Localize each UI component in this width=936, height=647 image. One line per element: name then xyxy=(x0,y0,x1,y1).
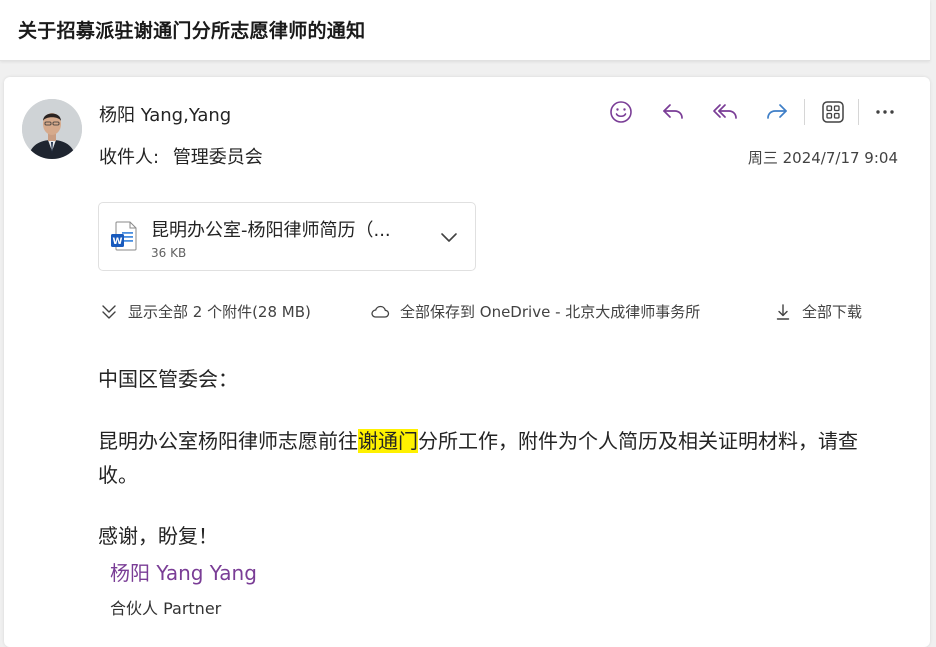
save-all-onedrive-button[interactable]: 全部保存到 OneDrive - 北京大成律师事务所 xyxy=(370,301,700,322)
download-all-label: 全部下载 xyxy=(802,303,863,321)
sender-name[interactable]: 杨阳 Yang,Yang xyxy=(99,101,231,127)
reply-button[interactable] xyxy=(656,95,690,129)
show-all-attachments-button[interactable]: 显示全部 2 个附件(28 MB) xyxy=(100,301,311,322)
recipients-line: 收件人: 管理委员会 xyxy=(99,143,263,169)
reply-all-button[interactable] xyxy=(708,95,742,129)
recipients-label: 收件人: xyxy=(99,147,160,168)
forward-icon xyxy=(767,104,787,119)
more-actions-button[interactable] xyxy=(868,95,902,129)
highlighted-text: 谢通门 xyxy=(358,429,418,453)
body-paragraph: 昆明办公室杨阳律师志愿前往谢通门分所工作，附件为个人简历及相关证明材料，请查收。 xyxy=(98,424,888,492)
email-subject: 关于招募派驻谢通门分所志愿律师的通知 xyxy=(18,20,366,42)
body-closing: 感谢，盼复！ xyxy=(98,524,218,548)
toolbar-divider xyxy=(858,99,859,125)
sender-avatar[interactable] xyxy=(22,99,82,159)
double-chevron-down-icon xyxy=(102,304,116,319)
reply-all-icon xyxy=(713,104,737,119)
message-toolbar xyxy=(604,95,904,129)
word-file-icon: W xyxy=(111,221,137,255)
show-all-label: 显示全部 2 个附件(28 MB) xyxy=(128,303,311,321)
signature-title: 合伙人 Partner xyxy=(110,599,222,618)
attachment-menu-button[interactable] xyxy=(439,227,459,251)
apps-button[interactable] xyxy=(816,95,850,129)
apps-icon xyxy=(822,101,844,123)
attachment-card[interactable]: W 昆明办公室-杨阳律师简历（... 36 KB xyxy=(98,202,476,271)
body-greeting: 中国区管委会： xyxy=(98,367,238,391)
message-date: 周三 2024/7/17 9:04 xyxy=(747,149,898,167)
signature-name: 杨阳 Yang Yang xyxy=(110,561,257,585)
forward-button[interactable] xyxy=(760,95,794,129)
toolbar-divider xyxy=(804,99,805,125)
body-text-before: 昆明办公室杨阳律师志愿前往 xyxy=(98,429,358,453)
recipient[interactable]: 管理委员会 xyxy=(173,147,263,168)
emoji-icon xyxy=(610,101,632,123)
emoji-reaction-button[interactable] xyxy=(604,95,638,129)
cloud-icon xyxy=(371,305,390,318)
attachment-size: 36 KB xyxy=(151,246,187,260)
email-message: 杨阳 Yang,Yang 收件人: 管理委员会 周三 2024/7/17 9:0… xyxy=(4,77,930,647)
chevron-down-icon xyxy=(441,233,457,242)
more-icon xyxy=(876,110,894,114)
reply-icon xyxy=(663,104,683,119)
subject-bar: 关于招募派驻谢通门分所志愿律师的通知 xyxy=(0,0,930,61)
download-all-button[interactable]: 全部下载 xyxy=(774,301,862,322)
download-icon xyxy=(776,303,790,320)
attachment-name: 昆明办公室-杨阳律师简历（... xyxy=(151,220,391,241)
save-all-label: 全部保存到 OneDrive - 北京大成律师事务所 xyxy=(400,303,701,321)
svg-text:W: W xyxy=(113,237,123,247)
person-photo-icon xyxy=(22,99,82,159)
